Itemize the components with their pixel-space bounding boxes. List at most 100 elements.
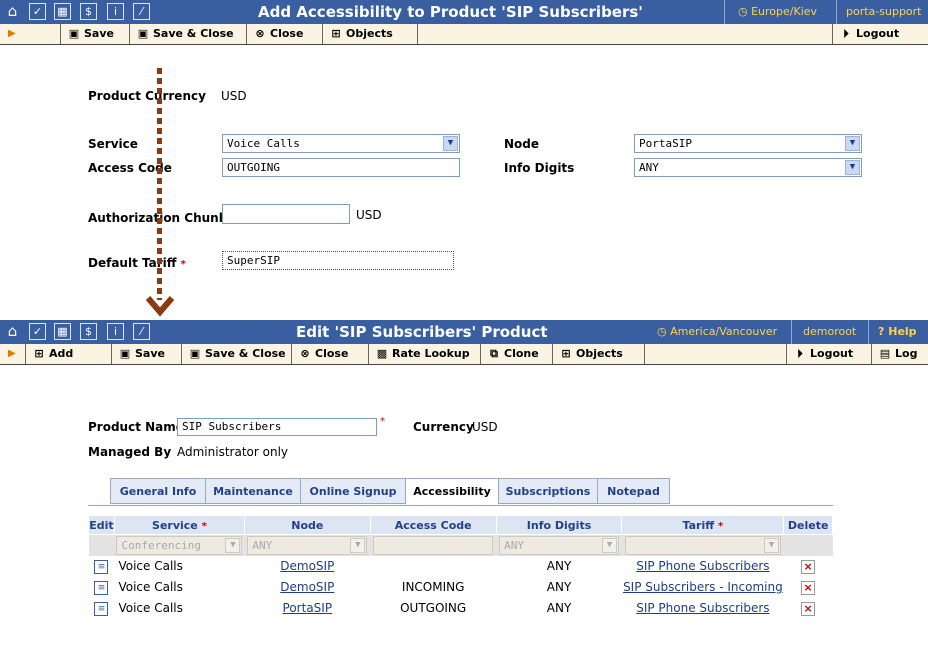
chevron-down-icon[interactable]: ▼ bbox=[350, 537, 366, 553]
close-icon: ⊗ bbox=[255, 27, 265, 40]
chevron-down-icon[interactable]: ▼ bbox=[225, 537, 241, 553]
chart-icon[interactable]: ⁄ bbox=[133, 3, 150, 20]
tab-bar: General Info Maintenance Online Signup A… bbox=[110, 478, 680, 506]
tariff-link[interactable]: SIP Phone Subscribers bbox=[636, 601, 769, 615]
tab-online-signup[interactable]: Online Signup bbox=[300, 478, 406, 504]
header-access-code: Access Code bbox=[369, 515, 497, 535]
objects-button[interactable]: ⊞ Objects bbox=[553, 344, 645, 364]
objects-button[interactable]: ⊞ Objects bbox=[323, 24, 418, 44]
table-row: ≡ Voice Calls DemoSIP INCOMING ANY SIP S… bbox=[89, 577, 833, 598]
help-link[interactable]: ? Help bbox=[878, 320, 917, 344]
edit-icon[interactable]: ≡ bbox=[94, 560, 109, 574]
header-tariff: Tariff * bbox=[621, 515, 785, 535]
toolbar: ▶ ▣ Save ▣ Save & Close ⊗ Close ⊞ Objects ⏵ L… bbox=[0, 24, 928, 45]
product-name-field[interactable]: SIP Subscribers bbox=[177, 418, 377, 436]
page-title: Edit 'SIP Subscribers' Product bbox=[296, 323, 548, 341]
header-delete: Delete bbox=[783, 515, 833, 535]
default-tariff-field[interactable]: SuperSIP bbox=[222, 251, 454, 270]
save-button[interactable]: ▣ Save bbox=[112, 344, 182, 364]
dollar-icon[interactable]: $ bbox=[80, 3, 97, 20]
product-currency-label: Product Currency bbox=[88, 89, 206, 103]
dollar-icon[interactable]: $ bbox=[80, 323, 97, 340]
node-link[interactable]: DemoSIP bbox=[280, 580, 334, 594]
table-header-row: Edit Service * Node Access Code Info Dig… bbox=[88, 515, 833, 535]
table-row: ≡ Voice Calls PortaSIP OUTGOING ANY SIP … bbox=[89, 598, 833, 619]
delete-icon[interactable]: × bbox=[801, 601, 816, 616]
info-icon[interactable]: i bbox=[107, 3, 124, 20]
chevron-down-icon[interactable]: ▼ bbox=[845, 160, 860, 175]
filter-tariff-select[interactable]: ▼ bbox=[624, 535, 781, 555]
managed-by-label: Managed By bbox=[88, 445, 172, 459]
authorization-chunk-unit: USD bbox=[356, 208, 382, 222]
save-close-button[interactable]: ▣ Save & Close bbox=[130, 24, 247, 44]
chevron-down-icon[interactable]: ▼ bbox=[443, 136, 458, 151]
edit-icon[interactable]: ≡ bbox=[94, 581, 109, 595]
checkbox-icon[interactable]: ✓ bbox=[29, 3, 46, 20]
tariff-link[interactable]: SIP Phone Subscribers bbox=[636, 559, 769, 573]
filter-access-code-field[interactable] bbox=[373, 535, 494, 555]
home-icon[interactable]: ⌂ bbox=[4, 3, 21, 20]
chevron-down-icon[interactable]: ▼ bbox=[602, 537, 618, 553]
header-node: Node bbox=[243, 515, 371, 535]
close-icon: ⊗ bbox=[300, 347, 310, 360]
calculator-icon[interactable]: ▦ bbox=[54, 323, 71, 340]
info-digits-select[interactable]: ANY ▼ bbox=[634, 158, 862, 177]
add-button[interactable]: ⊞ Add bbox=[25, 344, 112, 364]
checkbox-icon[interactable]: ✓ bbox=[29, 323, 46, 340]
cell-service: Voice Calls bbox=[118, 559, 183, 573]
timezone-link[interactable]: ◷ America/Vancouver bbox=[657, 320, 777, 344]
close-button[interactable]: ⊗ Close bbox=[292, 344, 369, 364]
save-icon: ▣ bbox=[137, 27, 149, 40]
filter-info-digits-select[interactable]: ANY ▼ bbox=[499, 535, 620, 555]
delete-icon[interactable]: × bbox=[801, 559, 816, 574]
chevron-down-icon[interactable]: ▼ bbox=[845, 136, 860, 151]
log-button[interactable]: ▤ Log bbox=[872, 344, 928, 364]
header-edit: Edit bbox=[88, 515, 115, 535]
cell-access-code: INCOMING bbox=[401, 580, 465, 594]
info-digits-label: Info Digits bbox=[504, 161, 575, 175]
chevron-down-icon[interactable]: ▼ bbox=[763, 537, 779, 553]
logout-button[interactable]: ⏵ Logout bbox=[786, 344, 872, 364]
filter-service-select[interactable]: Conferencing ▼ bbox=[116, 535, 243, 555]
logout-button[interactable]: ⏵ Logout bbox=[832, 24, 928, 44]
timezone-link[interactable]: ◷ Europe/Kiev bbox=[738, 0, 817, 24]
home-icon[interactable]: ⌂ bbox=[4, 323, 21, 340]
menu-arrow-icon[interactable]: ▶ bbox=[8, 24, 16, 44]
objects-icon: ⊞ bbox=[331, 27, 341, 40]
header-service: Service * bbox=[113, 515, 245, 535]
delete-icon[interactable]: × bbox=[801, 580, 816, 595]
toolbar: ▶ ⊞ Add ▣ Save ▣ Save & Close ⊗ Close ▩ Rate … bbox=[0, 344, 928, 365]
rate-lookup-button[interactable]: ▩ Rate Lookup bbox=[369, 344, 481, 364]
logout-icon: ⏵ bbox=[843, 27, 849, 40]
arrow-down-icon bbox=[146, 296, 174, 317]
chart-icon[interactable]: ⁄ bbox=[133, 323, 150, 340]
node-select[interactable]: PortaSIP ▼ bbox=[634, 134, 862, 153]
tab-subscriptions[interactable]: Subscriptions bbox=[498, 478, 598, 504]
info-icon[interactable]: i bbox=[107, 323, 124, 340]
node-link[interactable]: PortaSIP bbox=[283, 601, 333, 615]
clone-icon: ⧉ bbox=[490, 347, 498, 360]
edit-icon[interactable]: ≡ bbox=[94, 602, 109, 616]
user-link[interactable]: porta-support bbox=[846, 0, 922, 24]
tab-accessibility[interactable]: Accessibility bbox=[405, 478, 499, 505]
calculator-icon[interactable]: ▦ bbox=[54, 3, 71, 20]
save-close-button[interactable]: ▣ Save & Close bbox=[182, 344, 292, 364]
filter-node-select[interactable]: ANY ▼ bbox=[247, 535, 368, 555]
user-link[interactable]: demoroot bbox=[803, 320, 856, 344]
cell-access-code: OUTGOING bbox=[400, 601, 467, 615]
tab-notepad[interactable]: Notepad bbox=[597, 478, 670, 504]
tab-maintenance[interactable]: Maintenance bbox=[205, 478, 301, 504]
service-label: Service bbox=[88, 137, 138, 151]
authorization-chunk-field[interactable] bbox=[222, 204, 350, 224]
access-code-field[interactable]: OUTGOING bbox=[222, 158, 460, 177]
save-button[interactable]: ▣ Save bbox=[60, 24, 130, 44]
add-accessibility-window: ⌂ ✓ ▦ $ i ⁄ Add Accessibility to Product… bbox=[0, 0, 928, 292]
menu-arrow-icon[interactable]: ▶ bbox=[8, 344, 16, 364]
tab-general-info[interactable]: General Info bbox=[110, 478, 206, 504]
node-link[interactable]: DemoSIP bbox=[280, 559, 334, 573]
clone-button[interactable]: ⧉ Clone bbox=[481, 344, 553, 364]
service-select[interactable]: Voice Calls ▼ bbox=[222, 134, 460, 153]
tariff-link[interactable]: SIP Subscribers - Incoming bbox=[623, 580, 783, 594]
close-button[interactable]: ⊗ Close bbox=[247, 24, 323, 44]
objects-icon: ⊞ bbox=[561, 347, 571, 360]
